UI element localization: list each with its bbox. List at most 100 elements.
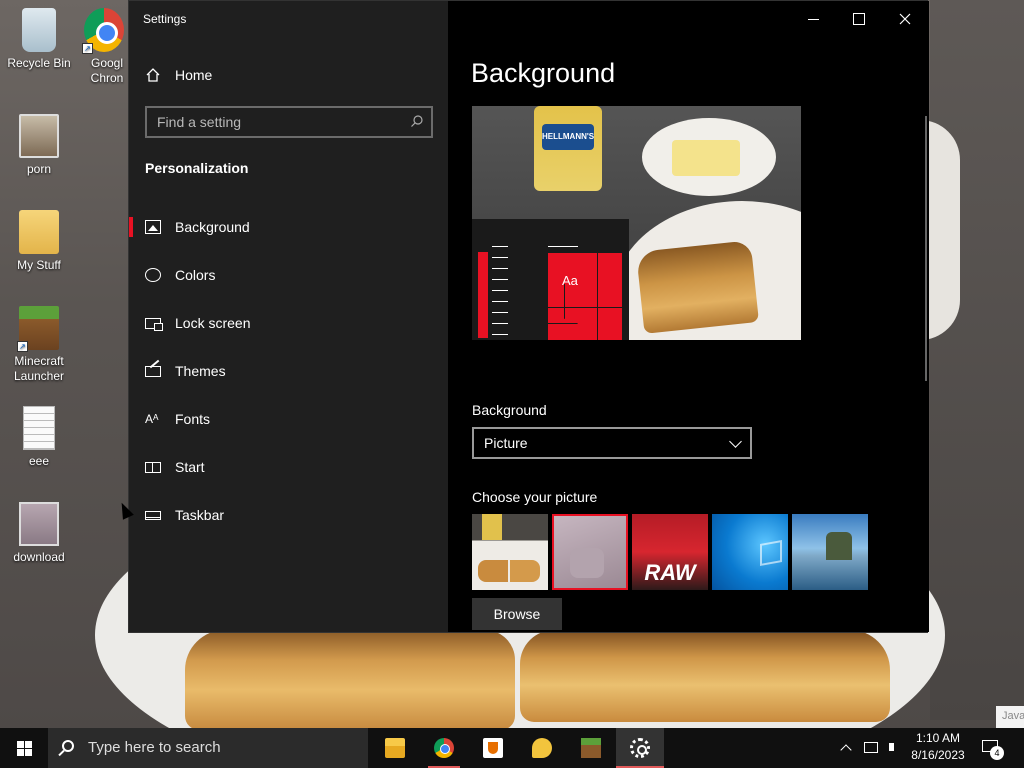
sidebar-item-label: Themes [175,363,226,379]
start-button[interactable] [0,728,48,768]
settings-content: Background HELLMANN'S Aa Background Pict… [448,1,929,632]
fonts-icon: Aᴬ [145,412,159,426]
browse-button[interactable]: Browse [472,598,562,630]
thumbnail-cat[interactable] [552,514,628,590]
desktop-icon-label: Googl Chron [90,56,124,85]
choose-picture-label: Choose your picture [472,489,598,505]
sidebar-item-taskbar[interactable]: Taskbar [129,495,448,535]
sidebar-item-label: Colors [175,267,216,283]
settings-sidebar: Settings Home Find a setting Personaliza… [129,1,448,632]
thumbnail-raw[interactable]: RAW [632,514,708,590]
dropdown-value: Picture [484,435,528,451]
thumbnail-grilled-cheese[interactable] [472,514,548,590]
chrome-icon [434,738,454,758]
lock-screen-icon [145,317,163,331]
window-title: Settings [143,12,187,26]
desktop-icon-my-stuff[interactable]: My Stuff [2,210,76,273]
search-icon [62,740,74,752]
sidebar-item-lock-screen[interactable]: Lock screen [129,303,448,343]
chrome-icon: ↗ [82,8,124,54]
taskbar-java[interactable] [469,728,517,768]
volume-icon[interactable] [886,728,906,768]
desktop-icon-label: porn [26,162,52,176]
taskbar-icon [145,510,161,520]
close-button[interactable] [882,1,928,35]
taskbar-minecraft[interactable] [567,728,615,768]
preview-menu-lines [492,246,508,340]
picture-thumbnails: RAW [472,514,868,590]
minecraft-icon: ↗ [17,306,59,352]
image-file-icon [19,502,59,546]
desktop-icon-label: My Stuff [17,258,61,272]
desktop-icon-eee[interactable]: eee [2,406,76,469]
chevron-down-icon [729,435,742,448]
preview-tiles [548,253,622,340]
background-type-dropdown[interactable]: Picture [472,427,752,459]
section-heading: Personalization [145,160,249,176]
sidebar-item-background[interactable]: Background [129,207,448,247]
show-hidden-icons-button[interactable] [838,728,856,768]
java-icon [483,738,503,758]
system-clock[interactable]: 1:10 AM 8/16/2023 [906,730,970,764]
sidebar-item-colors[interactable]: Colors [129,255,448,295]
search-icon [411,115,423,127]
home-label: Home [175,67,213,83]
minimize-button[interactable] [790,1,836,35]
text-file-icon [23,406,55,450]
folder-icon [19,210,59,254]
windows-logo-icon [17,741,32,756]
taskbar-search-box[interactable]: Type here to search [48,728,368,768]
wallpaper-background [930,0,1024,720]
taskbar-chrome[interactable] [420,728,468,768]
desktop-icon-recycle-bin[interactable]: Recycle Bin [2,8,76,71]
wallpaper-toast-right [520,630,890,722]
recycle-bin-icon [22,8,56,52]
sidebar-item-label: Fonts [175,411,211,427]
scrollbar[interactable] [925,116,927,381]
close-icon [899,13,911,25]
desktop-icon-label: Minecraft Launcher [13,354,65,383]
desktop-icon-chrome[interactable]: ↗ Googl Chron [76,8,132,86]
wallpaper-toast-left [185,630,515,730]
chat-icon [532,738,552,758]
thumbnail-raw-text: RAW [644,560,696,585]
background-preview: HELLMANN'S Aa [472,106,801,340]
thumbnail-beach[interactable] [792,514,868,590]
taskbar: Type here to search 1:10 AM 8/16/2023 4 [0,728,1024,768]
image-file-icon [19,114,59,158]
preview-tile-text: Aa [562,273,578,288]
minecraft-icon [581,738,601,758]
notification-count: 4 [990,746,1004,760]
desktop-icon-download[interactable]: download [2,502,76,565]
find-setting-input[interactable]: Find a setting [145,106,433,138]
taskbar-settings[interactable] [616,728,664,768]
desktop-icon-label: eee [28,454,50,468]
desktop-icon-photo[interactable]: porn [2,114,76,177]
sidebar-item-fonts[interactable]: Aᴬ Fonts [129,399,448,439]
preview-jar-label: HELLMANN'S [542,124,594,150]
network-icon[interactable] [862,728,882,768]
home-link[interactable]: Home [145,65,212,85]
sidebar-item-themes[interactable]: Themes [129,351,448,391]
desktop-icon-label: Recycle Bin [7,56,71,70]
desktop-icon-minecraft[interactable]: ↗ Minecraft Launcher [2,306,76,384]
sidebar-item-label: Lock screen [175,315,251,331]
taskbar-chat[interactable] [518,728,566,768]
picture-icon [145,220,161,234]
action-center-button[interactable]: 4 [980,736,1006,760]
gear-icon [630,738,650,758]
sidebar-item-start[interactable]: Start [129,447,448,487]
java-popup[interactable]: Java [996,706,1024,728]
settings-window: Settings Home Find a setting Personaliza… [128,0,929,633]
file-explorer-icon [385,738,405,758]
home-icon [146,68,160,82]
thumbnail-windows-blue[interactable] [712,514,788,590]
clock-date: 8/16/2023 [911,748,965,762]
themes-icon [145,365,161,377]
preview-butter [672,140,740,176]
sidebar-item-label: Background [175,219,250,235]
maximize-button[interactable] [836,1,882,35]
sidebar-item-label: Taskbar [175,507,225,523]
taskbar-file-explorer[interactable] [371,728,419,768]
preview-list-bar [478,252,488,338]
